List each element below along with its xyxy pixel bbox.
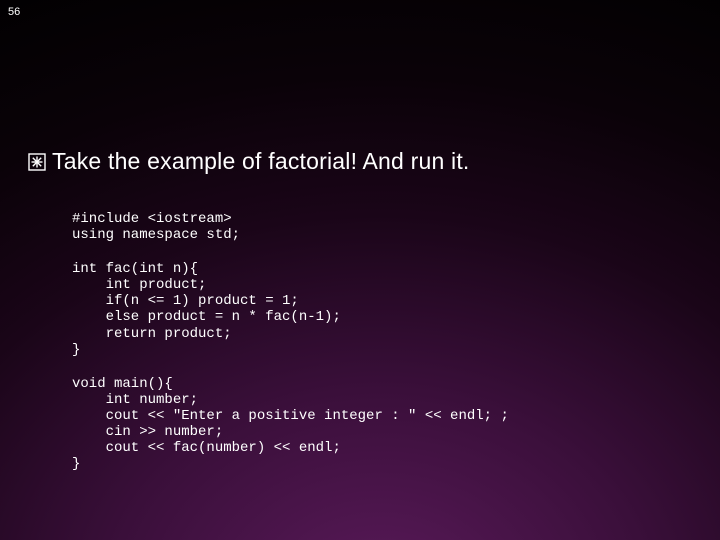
code-main-function: void main(){ int number; cout << "Enter … <box>72 376 720 473</box>
code-includes: #include <iostream> using namespace std; <box>72 211 720 243</box>
slide-content: Take the example of factorial! And run i… <box>0 0 720 472</box>
slide-heading: Take the example of factorial! And run i… <box>52 148 470 175</box>
bullet-row: Take the example of factorial! And run i… <box>28 148 720 175</box>
slide-number: 56 <box>8 6 20 18</box>
boxed-asterisk-icon <box>28 153 46 171</box>
code-fac-function: int fac(int n){ int product; if(n <= 1) … <box>72 261 720 358</box>
